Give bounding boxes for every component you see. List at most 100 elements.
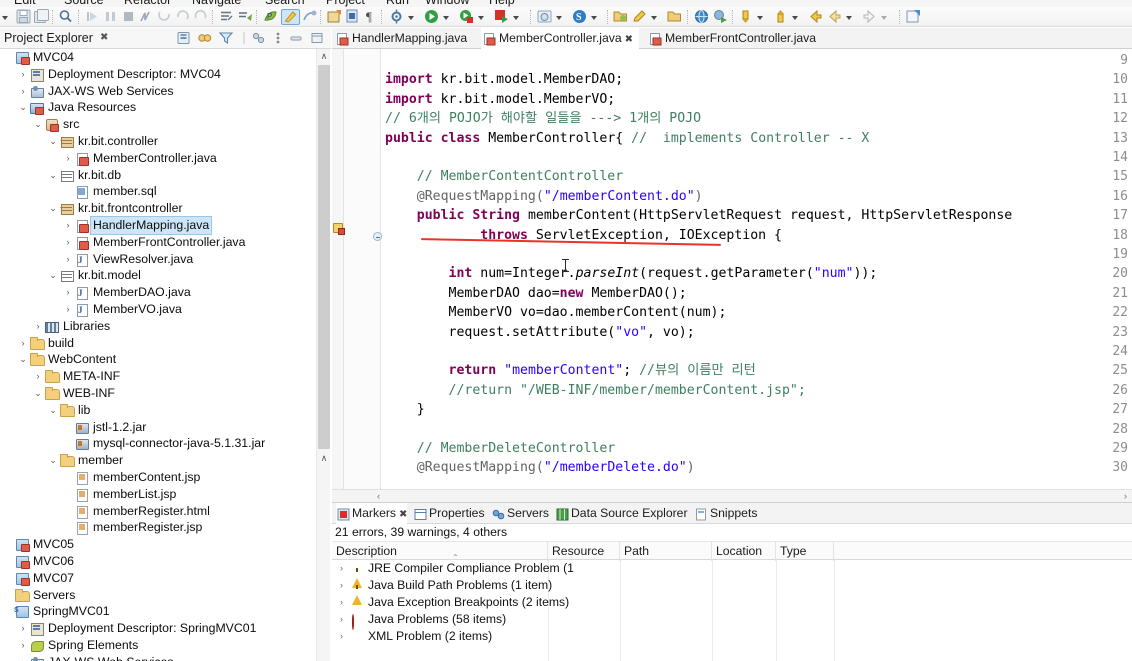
tree-item[interactable]: mysql-connector-java-5.1.31.jar (0, 435, 331, 452)
forward-dropdown[interactable] (881, 9, 887, 25)
new-task-icon[interactable] (238, 9, 253, 25)
code-line[interactable]: import kr.bit.model.MemberVO; (385, 90, 615, 109)
collapse-all-icon[interactable] (176, 31, 194, 45)
run-on-server-dropdown[interactable] (513, 9, 519, 25)
new-window-icon[interactable] (906, 9, 921, 25)
save-icon[interactable] (16, 9, 31, 25)
forward-back-icon[interactable] (827, 9, 842, 25)
new-java-project-icon[interactable] (327, 9, 342, 25)
spring-perspective-icon[interactable]: P (263, 9, 278, 25)
code-line[interactable]: // MemberContentController (385, 167, 623, 186)
globe-icon[interactable] (694, 9, 709, 25)
external-tools-icon[interactable] (389, 9, 404, 25)
tree-item[interactable]: ⌄ src (0, 116, 331, 133)
code-line[interactable]: public class MemberController{ // implem… (385, 129, 869, 148)
code-line[interactable]: return "memberContent"; //뷰의 이름만 리턴 (385, 361, 756, 380)
project-explorer-scrollbar[interactable]: ∧ ∧ (316, 49, 330, 661)
chevron-right-icon[interactable]: › (340, 560, 343, 577)
markers-tab-snippets[interactable]: Snippets (694, 503, 757, 524)
scroll-right-icon[interactable]: › (1119, 490, 1132, 502)
debug-resume-icon[interactable] (85, 9, 100, 25)
filter-icon[interactable] (218, 31, 236, 45)
project-tree[interactable]: MVC04 › Deployment Descriptor: MVC04 › JAX-W… (0, 49, 331, 661)
chevron-right-icon[interactable]: › (62, 234, 74, 251)
open-folder-icon[interactable] (613, 9, 628, 25)
tree-item[interactable]: memberList.jsp (0, 486, 331, 503)
chevron-down-icon[interactable]: ⌄ (47, 200, 59, 217)
chevron-down-icon[interactable]: ⌄ (17, 351, 29, 368)
chevron-right-icon[interactable]: › (32, 368, 44, 385)
tree-item[interactable]: Servers (0, 587, 331, 604)
tree-item[interactable]: › JAX-WS Web Services (0, 83, 331, 100)
step-over-icon[interactable] (175, 9, 190, 25)
tree-item[interactable]: › MemberController.java (0, 150, 331, 167)
open-perspective-highlighted-icon[interactable] (281, 9, 300, 25)
chevron-right-icon[interactable]: › (340, 611, 343, 628)
open-task-icon[interactable] (219, 9, 234, 25)
subversion-icon[interactable]: S (572, 9, 587, 25)
menu-item-help[interactable]: Help (489, 0, 515, 7)
chevron-down-icon[interactable]: ⌄ (47, 167, 59, 184)
tree-item[interactable]: › JAX-WS Web Services (0, 654, 331, 661)
tree-item[interactable]: ⌄ kr.bit.controller (0, 133, 331, 150)
code-line[interactable]: //return "/WEB-INF/member/memberContent.… (385, 381, 806, 400)
tree-item[interactable]: ⌄ WebContent (0, 351, 331, 368)
run-as-icon[interactable] (459, 9, 474, 25)
code-line[interactable]: } (385, 400, 425, 419)
tree-item[interactable]: › Libraries (0, 318, 331, 335)
open-type-icon[interactable] (302, 9, 317, 25)
debug-terminate-icon[interactable] (121, 9, 136, 25)
tree-item[interactable]: ⌄ lib (0, 402, 331, 419)
tree-item[interactable]: › HandlerMapping.java (0, 215, 331, 235)
web-service-icon[interactable] (713, 9, 728, 25)
tree-item[interactable]: member.sql (0, 183, 331, 200)
chevron-right-icon[interactable]: › (17, 335, 29, 352)
tree-item[interactable]: memberRegister.html (0, 503, 331, 520)
editor-tab-close-icon[interactable]: ✖ (625, 34, 633, 45)
chevron-right-icon[interactable]: › (62, 284, 74, 301)
chevron-right-icon[interactable]: › (17, 83, 29, 100)
run-on-server-icon[interactable] (494, 9, 509, 25)
editor-tab-handlermapping-java[interactable]: HandlerMapping.java (334, 28, 473, 49)
tree-item[interactable]: MVC06 (0, 553, 331, 570)
chevron-down-icon[interactable]: ⌄ (47, 402, 59, 419)
markers-table-row[interactable]: › JRE Compiler Compliance Problem (1 (332, 560, 1132, 588)
code-line[interactable]: request.setAttribute("vo", vo); (385, 323, 695, 342)
back-dropdown[interactable] (846, 9, 852, 25)
markers-column-header-resource[interactable]: Resource (548, 542, 620, 561)
save-all-icon[interactable] (34, 9, 49, 25)
editor-tab-memberfrontcontroller-java[interactable]: MemberFrontController.java (647, 28, 822, 49)
tree-item[interactable]: ⌄ kr.bit.model (0, 267, 331, 284)
browser-dropdown[interactable] (556, 9, 562, 25)
tree-item[interactable]: MVC04 (0, 49, 331, 66)
markers-table-row[interactable]: › Java Build Path Problems (1 item) (332, 577, 1132, 605)
tree-item[interactable]: › Deployment Descriptor: SpringMVC01 (0, 620, 331, 637)
tree-item[interactable]: MVC07 (0, 570, 331, 587)
chevron-right-icon[interactable]: › (17, 620, 29, 637)
tree-item[interactable]: memberRegister.jsp (0, 519, 331, 536)
markers-column-header-description[interactable]: Description ⌃ (332, 542, 548, 562)
menu-item-edit[interactable]: Edit (14, 0, 36, 7)
step-return-icon[interactable] (193, 9, 208, 25)
chevron-right-icon[interactable]: › (17, 654, 29, 661)
back-icon[interactable] (808, 9, 823, 25)
link-with-editor-icon[interactable] (197, 31, 215, 45)
menu-item-run[interactable]: Run (386, 0, 409, 7)
menu-item-search[interactable]: Search (265, 0, 305, 7)
menu-item-refactor[interactable]: Refactor (124, 0, 171, 7)
editor-tab-membercontroller-java[interactable]: MemberController.java ✖ (481, 28, 639, 49)
tree-item[interactable]: › MemberVO.java (0, 301, 331, 319)
tree-item[interactable]: ⌄ WEB-INF (0, 385, 331, 402)
fold-collapse-icon[interactable] (373, 232, 382, 241)
markers-table-row[interactable]: › Java Exception Breakpoints (2 items) (332, 594, 1132, 611)
editor-horizontal-scrollbar[interactable]: ‹ › (332, 489, 1132, 502)
tree-item[interactable]: memberContent.jsp (0, 469, 331, 486)
chevron-down-icon[interactable]: ⌄ (32, 116, 44, 133)
chevron-right-icon[interactable]: › (32, 318, 44, 335)
tree-item[interactable]: › Spring Elements (0, 637, 331, 654)
toolbar-dropdown-arrow-1[interactable] (2, 9, 8, 25)
code-line[interactable]: import kr.bit.model.MemberDAO; (385, 70, 623, 89)
maximize-icon[interactable] (309, 31, 327, 45)
run-as-dropdown[interactable] (478, 9, 484, 25)
code-line[interactable]: // 6개의 POJO가 해야할 일들을 ---> 1개의 POJO (385, 109, 701, 128)
